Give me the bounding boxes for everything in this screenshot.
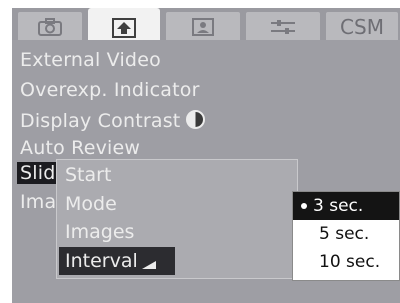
interval-options-popup: 3 sec. 5 sec. 10 sec. [292,191,400,281]
submenu-item-interval-label: Interval [65,250,138,272]
submenu-item-start[interactable]: Start [65,164,111,186]
playback-icon [112,18,136,38]
camera-menu-screen: CSM External Video Overexp. Indicator Di… [0,0,400,303]
submenu-item-interval[interactable]: Interval [59,247,175,275]
option-3-sec-label: 3 sec. [313,196,364,216]
tab-csm[interactable]: CSM [326,12,398,42]
selected-dot-icon [301,203,307,209]
option-3-sec[interactable]: 3 sec. [293,192,399,220]
setup-icon [192,18,214,36]
slideshow-submenu: Start Mode Images Interval [56,159,298,279]
option-10-sec[interactable]: 10 sec. [293,248,399,276]
menu-item-external-video[interactable]: External Video [20,49,161,71]
option-5-sec-label: 5 sec. [319,224,370,244]
camera-icon [38,18,62,36]
tab-csm-label: CSM [340,15,384,39]
tab-settings[interactable] [246,12,320,42]
contrast-icon [186,110,206,129]
option-10-sec-label: 10 sec. [319,252,381,272]
menu-item-auto-review[interactable]: Auto Review [20,137,140,159]
menu-item-overexp-indicator[interactable]: Overexp. Indicator [20,79,200,101]
menu-item-display-contrast-label: Display Contrast [20,110,181,132]
tab-setup[interactable] [166,12,240,42]
submenu-item-mode[interactable]: Mode [65,193,117,215]
menu-item-display-contrast[interactable]: Display Contrast [20,108,206,132]
tab-bar: CSM [12,8,400,48]
submenu-item-images[interactable]: Images [65,221,134,243]
submenu-arrow-icon [141,261,156,269]
tab-shooting[interactable] [18,12,82,42]
menu-item-slideshow[interactable]: Slid [17,162,59,184]
settings-icon [271,20,295,34]
menu-item-images[interactable]: Ima [20,191,56,213]
option-5-sec[interactable]: 5 sec. [293,220,399,248]
